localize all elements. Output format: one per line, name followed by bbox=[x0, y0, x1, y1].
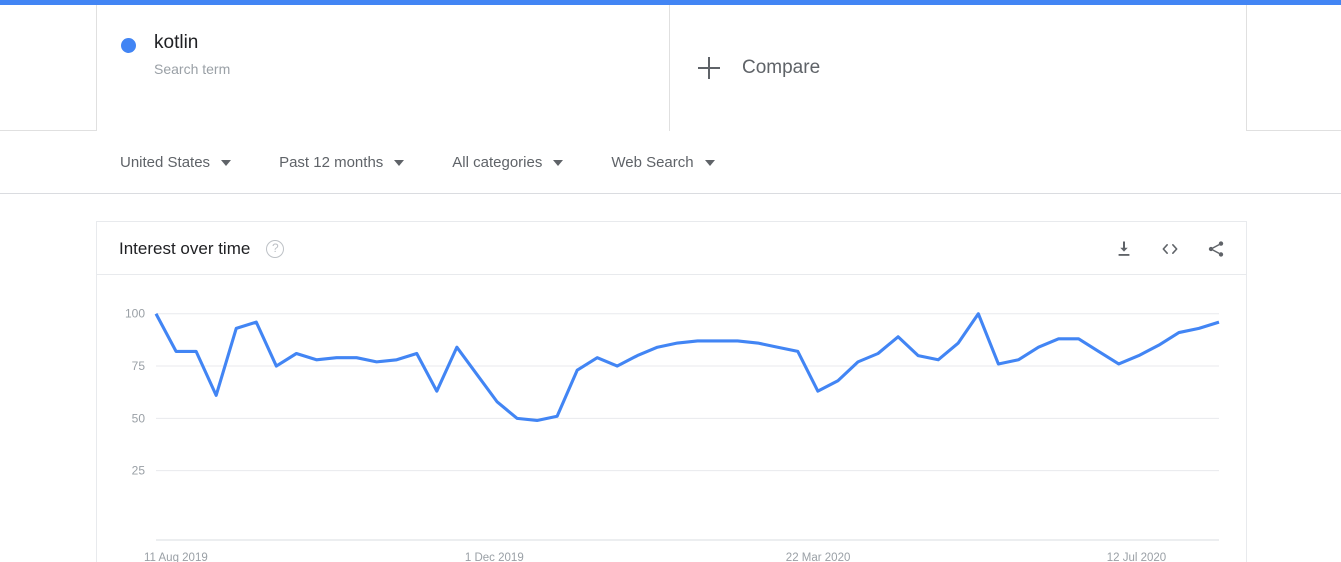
y-axis-tick-label: 25 bbox=[132, 464, 146, 478]
interest-over-time-card: Interest over time ? 25 50 75 100 11 Aug… bbox=[96, 221, 1247, 562]
filter-time-range[interactable]: Past 12 months bbox=[279, 154, 405, 171]
x-axis-tick-label: 1 Dec 2019 bbox=[465, 552, 524, 562]
google-trends-page: kotlin Search term Compare United States… bbox=[0, 0, 1341, 562]
filter-time-range-value: Past 12 months bbox=[279, 154, 384, 171]
interest-over-time-chart[interactable]: 25 50 75 100 11 Aug 2019 1 Dec 2019 22 Mar 202… bbox=[97, 275, 1246, 562]
search-term-type: Search term bbox=[154, 61, 231, 77]
search-term-label: kotlin bbox=[154, 32, 199, 53]
filter-search-type[interactable]: Web Search bbox=[611, 154, 715, 171]
search-terms-band: kotlin Search term Compare bbox=[0, 5, 1341, 131]
x-axis-tick-label: 22 Mar 2020 bbox=[786, 552, 851, 562]
chevron-down-icon bbox=[553, 159, 564, 166]
filters-band: United States Past 12 months All categor… bbox=[0, 131, 1341, 194]
help-circle-icon[interactable]: ? bbox=[266, 239, 285, 258]
compare-label: Compare bbox=[742, 57, 821, 78]
filters-list: United States Past 12 months All categor… bbox=[120, 131, 763, 194]
filter-search-type-value: Web Search bbox=[611, 154, 694, 171]
chart-area[interactable]: 25 50 75 100 11 Aug 2019 1 Dec 2019 22 Mar 202… bbox=[97, 275, 1246, 562]
filter-category[interactable]: All categories bbox=[452, 154, 564, 171]
chevron-down-icon bbox=[394, 159, 405, 166]
share-icon[interactable] bbox=[1204, 237, 1228, 261]
chevron-down-icon bbox=[704, 159, 715, 166]
code-brackets-icon[interactable] bbox=[1158, 237, 1182, 261]
download-icon[interactable] bbox=[1112, 237, 1136, 261]
search-term-text: kotlin Search term bbox=[154, 31, 230, 79]
card-actions bbox=[1112, 222, 1228, 275]
y-axis-tick-label: 75 bbox=[132, 359, 146, 373]
chevron-down-icon bbox=[221, 159, 232, 166]
card-header: Interest over time ? bbox=[97, 222, 1246, 275]
filter-category-value: All categories bbox=[452, 154, 543, 171]
y-axis-tick-label: 100 bbox=[125, 307, 145, 321]
search-term-chip[interactable]: kotlin Search term bbox=[96, 5, 670, 131]
series-line-kotlin[interactable] bbox=[154, 312, 1220, 423]
add-comparison-chip[interactable]: Compare bbox=[670, 5, 1247, 131]
compare-button[interactable]: Compare bbox=[698, 57, 820, 79]
y-axis-tick-label: 50 bbox=[132, 411, 146, 425]
search-term-content: kotlin Search term bbox=[121, 31, 230, 79]
x-axis-tick-label: 12 Jul 2020 bbox=[1107, 552, 1166, 562]
series-color-dot bbox=[121, 38, 136, 53]
x-axis-tick-label: 11 Aug 2019 bbox=[144, 552, 208, 562]
filter-location[interactable]: United States bbox=[120, 154, 232, 171]
filter-location-value: United States bbox=[120, 154, 211, 171]
plus-icon bbox=[698, 57, 720, 79]
card-title-wrap: Interest over time ? bbox=[119, 222, 285, 275]
card-title: Interest over time bbox=[119, 238, 251, 258]
